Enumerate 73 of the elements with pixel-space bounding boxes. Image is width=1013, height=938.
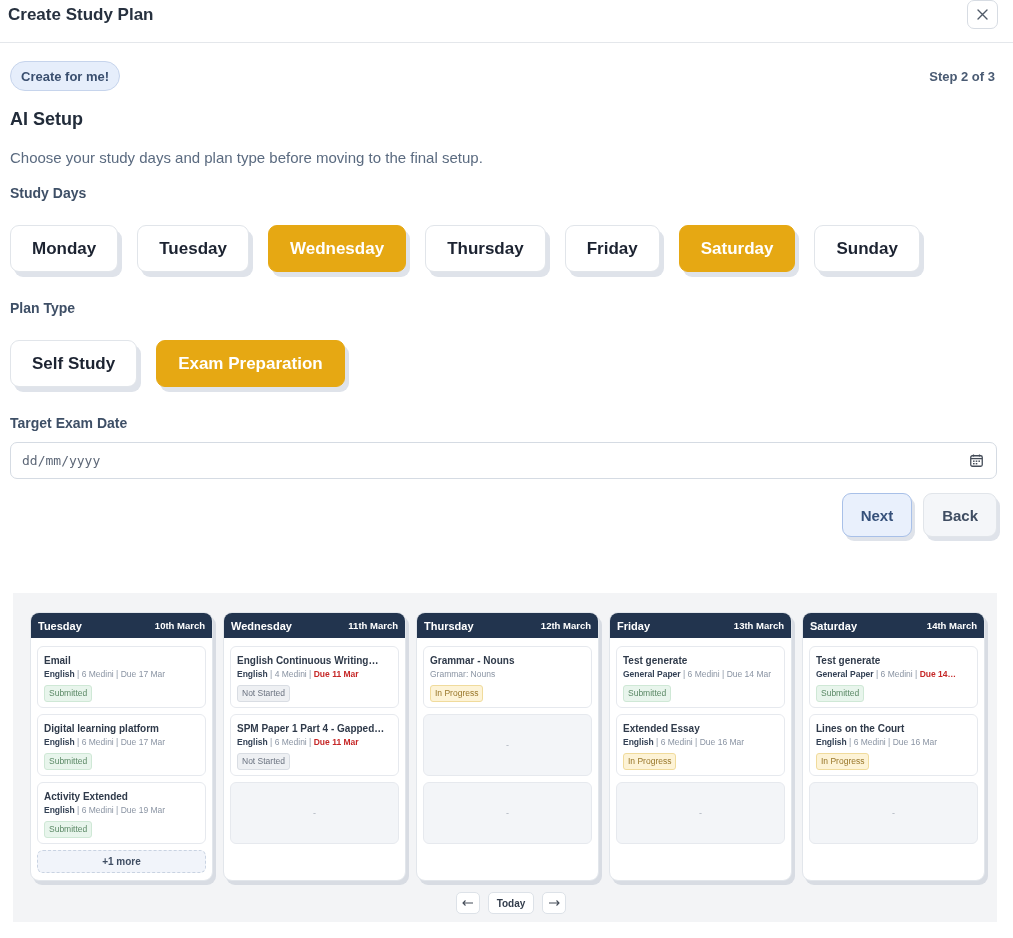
status-tag: In Progress xyxy=(430,685,484,702)
day-name: Tuesday xyxy=(38,619,82,632)
dialog-title: Create Study Plan xyxy=(8,4,154,26)
task-card[interactable]: Grammar - Nouns Grammar: Nouns In Progress xyxy=(423,646,592,708)
arrow-right-icon xyxy=(548,900,560,906)
arrow-left-icon xyxy=(462,900,474,906)
create-for-me-button[interactable]: Create for me! xyxy=(10,61,121,91)
status-tag: Submitted xyxy=(816,685,865,702)
status-tag: Not Started xyxy=(237,753,290,770)
task-meta: English | 4 Medini | Due 11 Mar xyxy=(237,668,359,680)
task-title: Lines on the Court xyxy=(816,722,905,735)
field-label: Plan Type xyxy=(10,300,77,316)
task-meta: English | 6 Medini | Due 17 Mar xyxy=(44,736,166,748)
task-meta: English | 6 Medini | Due 16 Mar xyxy=(623,736,745,748)
task-meta: English | 6 Medini | Due 19 Mar xyxy=(44,804,166,816)
status-tag: Submitted xyxy=(44,753,93,770)
status-tag: In Progress xyxy=(816,753,870,770)
day-name: Wednesday xyxy=(231,619,292,632)
task-card[interactable]: Activity Extended English | 6 Medini | Due 19 Mar Submitted xyxy=(37,782,206,844)
close-button[interactable] xyxy=(967,0,998,29)
task-card[interactable]: Extended Essay English | 6 Medini | Due 16 Mar In Progress xyxy=(616,714,785,776)
task-card[interactable]: Lines on the Court English | 6 Medini | Due 16 Mar In Progress xyxy=(809,714,978,776)
status-tag: Submitted xyxy=(44,685,93,702)
day-date: 14th March xyxy=(926,620,977,631)
task-meta: Grammar: Nouns xyxy=(430,668,496,680)
task-card[interactable]: SPM Paper 1 Part 4 - Gapped… English | 6 Medini | Due 11 Mar Not Started xyxy=(230,714,399,776)
day-date: 11th March xyxy=(348,620,398,631)
day-date: 13th March xyxy=(733,620,784,631)
task-title: Digital learning platform xyxy=(44,722,159,735)
day-date: 10th March xyxy=(154,620,205,631)
task-card[interactable]: Digital learning platform English | 6 Medini | Due 17 Mar Submitted xyxy=(37,714,206,776)
task-card[interactable]: Email English | 6 Medini | Due 17 Mar Submitted xyxy=(37,646,206,708)
task-meta: General Paper | 6 Medini | Due 14… xyxy=(816,668,957,680)
empty-slot: - xyxy=(423,714,592,776)
task-card[interactable]: Test generate General Paper | 6 Medini | Due 14 Mar Submitted xyxy=(616,646,785,708)
status-tag: Submitted xyxy=(44,821,93,838)
task-title: Test generate xyxy=(623,654,688,667)
task-title: Email xyxy=(44,654,71,667)
next-button[interactable] xyxy=(542,892,567,914)
task-title: Extended Essay xyxy=(623,722,700,735)
section-description: Choose your study days and plan type before moving to the final setup. xyxy=(10,148,484,168)
day-name: Thursday xyxy=(424,619,474,632)
task-meta: General Paper | 6 Medini | Due 14 Mar xyxy=(623,668,772,680)
step-indicator: Step 2 of 3 xyxy=(929,68,995,84)
calendar-icon[interactable] xyxy=(970,454,983,467)
previous-button[interactable] xyxy=(455,892,480,914)
task-title: Activity Extended xyxy=(44,790,128,803)
empty-slot: - xyxy=(230,782,399,844)
task-card[interactable]: English Continuous Writing… English | 4 Medini | Due 11 Mar Not Started xyxy=(230,646,399,708)
more-button[interactable]: +1 more xyxy=(37,850,206,873)
day-name: Friday xyxy=(617,619,650,632)
day-name: Saturday xyxy=(810,619,858,632)
task-title: English Continuous Writing… xyxy=(237,654,379,667)
task-title: SPM Paper 1 Part 4 - Gapped… xyxy=(237,722,385,735)
task-title: Test generate xyxy=(816,654,881,667)
status-tag: Not Started xyxy=(237,685,290,702)
task-title: Grammar - Nouns xyxy=(430,654,515,667)
status-tag: In Progress xyxy=(623,753,677,770)
field-label: Study Days xyxy=(10,185,88,201)
close-icon xyxy=(977,9,988,20)
today-button[interactable]: Today xyxy=(487,892,535,914)
field-label: Target Exam Date xyxy=(10,415,129,431)
section-title: AI Setup xyxy=(10,108,84,130)
task-meta: English | 6 Medini | Due 16 Mar xyxy=(816,736,938,748)
task-meta: English | 6 Medini | Due 17 Mar xyxy=(44,668,166,680)
empty-slot: - xyxy=(423,782,592,844)
empty-slot: - xyxy=(809,782,978,844)
date-input[interactable]: dd/mm/yyyy xyxy=(10,442,997,479)
empty-slot: - xyxy=(616,782,785,844)
task-meta: English | 6 Medini | Due 11 Mar xyxy=(237,736,359,748)
status-tag: Submitted xyxy=(623,685,672,702)
day-date: 12th March xyxy=(540,620,591,631)
task-card[interactable]: Test generate General Paper | 6 Medini | Due 14… Submitted xyxy=(809,646,978,708)
